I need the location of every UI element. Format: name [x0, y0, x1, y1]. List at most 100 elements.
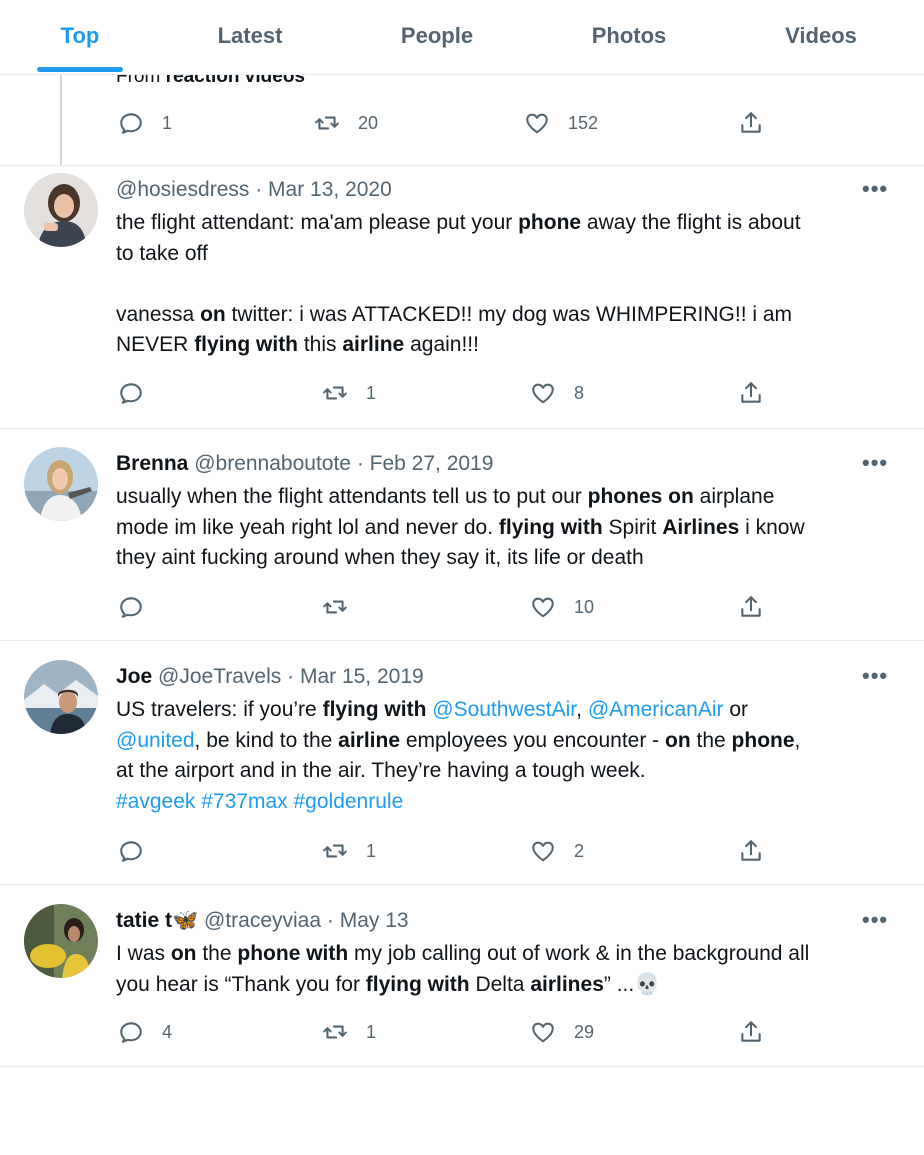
- tweet[interactable]: tatie t🦋 @traceyviaa · May 13 ••• I was …: [0, 884, 924, 1067]
- reply-icon: [120, 841, 142, 862]
- like-button[interactable]: 8: [530, 378, 584, 408]
- tab-videos[interactable]: Videos: [766, 0, 876, 72]
- share-button[interactable]: [738, 378, 764, 408]
- tweet-actions: 1 8: [0, 378, 924, 408]
- more-options-button[interactable]: •••: [862, 450, 888, 476]
- display-name[interactable]: Joe: [116, 665, 152, 688]
- tweet[interactable]: @hosiesdress · Mar 13, 2020 ••• the flig…: [0, 166, 924, 429]
- active-tab-indicator: [37, 67, 123, 72]
- retweet-button[interactable]: 20: [314, 108, 378, 138]
- share-button[interactable]: [738, 592, 764, 622]
- avatar[interactable]: [24, 173, 98, 247]
- tweet[interactable]: Brenna @brennaboutote · Feb 27, 2019 •••…: [0, 428, 924, 641]
- reply-button[interactable]: [118, 378, 162, 408]
- reply-button[interactable]: [118, 592, 162, 622]
- hashtag-link[interactable]: #goldenrule: [293, 790, 403, 813]
- tab-latest[interactable]: Latest: [200, 0, 300, 72]
- tab-people[interactable]: People: [382, 0, 492, 72]
- tab-photos[interactable]: Photos: [574, 0, 684, 72]
- more-options-button[interactable]: •••: [862, 176, 888, 202]
- reply-button[interactable]: [118, 836, 162, 866]
- tweet-date[interactable]: · May 13: [327, 909, 409, 932]
- user-handle[interactable]: @hosiesdress: [116, 178, 249, 201]
- user-handle[interactable]: @brennaboutote: [194, 452, 351, 475]
- heart-icon: [532, 597, 554, 618]
- retweet-button[interactable]: 1: [322, 836, 376, 866]
- retweet-icon: [315, 116, 339, 130]
- retweet-button[interactable]: 1: [322, 1017, 376, 1047]
- reply-icon: [120, 113, 142, 134]
- tweet-actions: 10: [0, 592, 924, 622]
- tweet-header: tatie t🦋 @traceyviaa · May 13: [116, 909, 409, 933]
- avatar[interactable]: [24, 447, 98, 521]
- tweet-header: Joe @JoeTravels · Mar 15, 2019: [116, 665, 424, 689]
- like-count: 8: [574, 382, 585, 403]
- like-count: 152: [568, 112, 599, 133]
- tweet-date[interactable]: · Mar 13, 2020: [255, 178, 392, 201]
- retweet-count: 1: [366, 382, 377, 403]
- like-button[interactable]: 2: [530, 836, 584, 866]
- display-name[interactable]: Brenna: [116, 452, 188, 475]
- like-count: 29: [574, 1021, 595, 1042]
- reply-icon: [120, 383, 142, 404]
- share-button[interactable]: [738, 836, 764, 866]
- heart-icon: [532, 841, 554, 862]
- reply-count: 1: [162, 112, 173, 133]
- retweet-count: 1: [366, 1021, 377, 1042]
- tweet[interactable]: Joe @JoeTravels · Mar 15, 2019 ••• US tr…: [0, 640, 924, 885]
- retweet-icon: [323, 844, 347, 858]
- more-options-button[interactable]: •••: [862, 907, 888, 933]
- tweet-text: usually when the flight attendants tell …: [116, 485, 805, 569]
- like-count: 2: [574, 840, 585, 861]
- retweet-button[interactable]: [322, 592, 366, 622]
- retweet-count: 1: [366, 840, 377, 861]
- tweet-text: US travelers: if you’re flying with @Sou…: [116, 698, 801, 813]
- reply-count: 4: [162, 1021, 173, 1042]
- tweet-header: Brenna @brennaboutote · Feb 27, 2019: [116, 452, 493, 476]
- heart-icon: [532, 383, 554, 404]
- share-icon: [741, 840, 761, 861]
- tweet-text: the flight attendant: ma'am please put y…: [116, 211, 801, 356]
- mention-link[interactable]: @AmericanAir: [588, 698, 724, 721]
- reply-button[interactable]: 4: [118, 1017, 172, 1047]
- tweet-header: @hosiesdress · Mar 13, 2020: [116, 178, 392, 202]
- tweet-actions: 1 2: [0, 836, 924, 866]
- tweet-date[interactable]: · Feb 27, 2019: [357, 452, 494, 475]
- mention-link[interactable]: @united: [116, 729, 195, 752]
- avatar[interactable]: [24, 660, 98, 734]
- tweet-date[interactable]: · Mar 15, 2019: [287, 665, 424, 688]
- share-icon: [741, 112, 761, 133]
- reply-icon: [120, 597, 142, 618]
- share-icon: [741, 382, 761, 403]
- user-handle[interactable]: @JoeTravels: [158, 665, 281, 688]
- retweet-button[interactable]: 1: [322, 378, 376, 408]
- like-button[interactable]: 29: [530, 1017, 594, 1047]
- tweet-actions: 4 1 29: [0, 1017, 924, 1047]
- hashtag-link[interactable]: #avgeek: [116, 790, 195, 813]
- avatar[interactable]: [24, 904, 98, 978]
- share-button[interactable]: [738, 1017, 764, 1047]
- share-icon: [741, 596, 761, 617]
- heart-icon: [526, 113, 548, 134]
- retweet-icon: [323, 600, 347, 614]
- tab-top[interactable]: Top: [30, 0, 130, 72]
- hashtag-link[interactable]: #737max: [201, 790, 287, 813]
- like-button[interactable]: 152: [524, 108, 598, 138]
- reply-button[interactable]: 1: [118, 108, 172, 138]
- retweet-icon: [323, 386, 347, 400]
- user-handle[interactable]: @traceyviaa: [204, 909, 321, 932]
- share-icon: [741, 1021, 761, 1042]
- search-tabs: Top Latest People Photos Videos: [0, 0, 924, 75]
- mention-link[interactable]: @SouthwestAir: [432, 698, 576, 721]
- like-count: 10: [574, 596, 595, 617]
- share-button[interactable]: [738, 108, 764, 138]
- tweet-text: I was on the phone with my job calling o…: [116, 942, 810, 996]
- retweet-count: 20: [358, 112, 379, 133]
- more-options-button[interactable]: •••: [862, 663, 888, 689]
- like-button[interactable]: 10: [530, 592, 594, 622]
- retweet-icon: [323, 1025, 347, 1039]
- partial-tweet-actions: 1 20 152: [0, 108, 924, 138]
- display-name[interactable]: tatie t🦋: [116, 909, 198, 932]
- heart-icon: [532, 1022, 554, 1043]
- reply-icon: [120, 1022, 142, 1043]
